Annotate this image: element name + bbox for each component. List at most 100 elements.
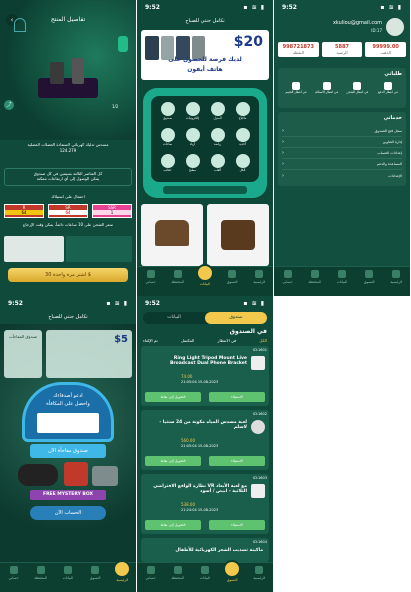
pager: 1/2 xyxy=(112,104,119,109)
side-card[interactable]: صندوق المفاجآت xyxy=(4,330,42,378)
segment-tab-active[interactable]: صندوق xyxy=(205,312,267,324)
category-item[interactable]: المنزل xyxy=(207,102,228,124)
section-title: في الصندوق xyxy=(229,328,267,335)
claim-button[interactable]: الاستيلاء xyxy=(209,520,265,530)
category-item[interactable]: مطبخ xyxy=(182,154,203,176)
category-item[interactable]: ماكياج xyxy=(232,102,253,124)
stat-card[interactable]: 99999.00 الذهب xyxy=(365,42,407,57)
filter-tab[interactable]: تم الإلغاء xyxy=(143,338,158,343)
preview-image xyxy=(66,236,132,262)
category-item[interactable]: ألعاب xyxy=(207,154,228,176)
user-icon xyxy=(9,566,18,574)
claim-button[interactable]: الاستيلاء xyxy=(209,392,265,402)
tab-wallet[interactable]: المحفظة xyxy=(165,566,191,580)
mini-banner[interactable]: $5 xyxy=(46,330,132,378)
item-card[interactable]: ID:1604 ماكينة تشذيب الشعر الكهربائية لل… xyxy=(141,538,269,562)
item-id: ID:1601 xyxy=(253,348,267,352)
cta-button[interactable]: الحساب الآن xyxy=(30,506,106,520)
tab-wallet[interactable]: المحفظة xyxy=(302,270,328,284)
item-card[interactable]: ID:1602 لعبة مسدس المياه مكونة من 24 سنت… xyxy=(141,410,269,470)
service-row[interactable]: › سجل فتح الصندوق xyxy=(282,126,402,137)
item-card[interactable]: ID:1603 نظارة الواقع الافتراضي VR مع لعب… xyxy=(141,474,269,534)
product-name: مسدس تدليك كهربائي لاستعادة العضلات العض… xyxy=(27,142,109,147)
tab-home[interactable]: الرئيسية xyxy=(383,270,409,284)
share-icon[interactable]: ⤴ xyxy=(4,100,14,110)
avatar[interactable] xyxy=(386,18,404,36)
tab-home[interactable]: الرئيسية xyxy=(109,562,135,582)
convert-button[interactable]: التحويل إلى نقاط xyxy=(145,456,201,466)
tab-wallet[interactable]: المحفظة xyxy=(28,566,54,580)
status-indicators: ▪ ≋ ▮ xyxy=(243,299,265,307)
service-row[interactable]: › الإعدادات xyxy=(282,170,402,181)
cart-icon xyxy=(225,562,240,576)
stats-row: 998721873 النقطة 5887 الرصيد 99999.00 الذهب xyxy=(278,42,407,57)
tab-data[interactable]: البيانات xyxy=(192,266,218,286)
box-icon xyxy=(197,266,212,280)
tab-data[interactable]: البيانات xyxy=(55,566,81,580)
tab-home[interactable]: الرئيسية xyxy=(246,566,272,580)
category-item[interactable]: رياضة xyxy=(207,128,228,150)
prize-arch: ادعو أصدقاءك واحصل على المكافأة xyxy=(22,382,114,442)
stat-card[interactable]: 5887 الرصيد xyxy=(321,42,363,57)
tab-account[interactable]: حسابي xyxy=(275,270,301,284)
category-item[interactable]: أحذية xyxy=(232,128,253,150)
item-name: ماكينة تشذيب الشعر الكهربائية للأطفال xyxy=(175,548,263,553)
banner-amount: $20 xyxy=(233,34,263,50)
services-card: خدماتي › سجل فتح الصندوق › إدارة العناوين … xyxy=(278,112,406,186)
service-row[interactable]: › إدارة العناوين xyxy=(282,137,402,148)
tab-bar: حسابي المحفظة البيانات التسوق الرئيسية xyxy=(0,562,136,592)
badge[interactable]: صندوق مفاجأة الآن xyxy=(30,444,106,458)
tab-account[interactable]: حسابي xyxy=(1,566,27,580)
tab-data[interactable]: البيانات xyxy=(192,566,218,580)
tab-shop[interactable]: التسوق xyxy=(356,270,382,284)
box-icon xyxy=(63,566,72,574)
item-price: 560.00 xyxy=(181,438,195,443)
filter-tab[interactable]: في الانتظار xyxy=(218,338,237,343)
tab-account[interactable]: حسابي xyxy=(138,270,164,284)
tab-bar: حسابي المحفظة البيانات التسوق الرئيسية xyxy=(137,562,273,592)
category-item[interactable]: إلكترونيات xyxy=(182,102,203,124)
product-card[interactable] xyxy=(207,204,269,266)
buy-button[interactable]: اشتر مرة واحدة 30 $ xyxy=(8,268,128,282)
category-item[interactable]: صندوق xyxy=(157,102,178,124)
tab-shop[interactable]: التسوق xyxy=(219,270,245,284)
service-row[interactable]: › المساعدة والدعم xyxy=(282,159,402,170)
convert-button[interactable]: التحويل إلى نقاط xyxy=(145,520,201,530)
banner-line-1: لديك فرصة للحصول على xyxy=(168,56,242,63)
prize-items xyxy=(37,413,99,433)
item-card[interactable]: ID:1601 Ring Light Tripod Mount Live Bro… xyxy=(141,346,269,406)
tab-account[interactable]: حسابي xyxy=(138,566,164,580)
tab-shop[interactable]: التسوق xyxy=(219,562,245,582)
bag-image xyxy=(221,220,255,250)
order-status-item[interactable]: في انتظار التقييم xyxy=(282,82,310,94)
category-item[interactable]: أزياء xyxy=(182,128,203,150)
category-item[interactable]: ساعات xyxy=(157,128,178,150)
segment-tab[interactable]: البيانات xyxy=(143,312,205,324)
claim-button[interactable]: الاستيلاء xyxy=(209,456,265,466)
order-status-item[interactable]: في انتظار الشحن xyxy=(343,82,371,94)
convert-button[interactable]: التحويل إلى نقاط xyxy=(145,392,201,402)
tab-wallet[interactable]: المحفظة xyxy=(165,270,191,284)
tab-shop[interactable]: التسوق xyxy=(82,566,108,580)
category-item[interactable]: الكل xyxy=(232,154,253,176)
status-time: 9:52 xyxy=(8,299,23,307)
service-row[interactable]: › إعدادات الحساب xyxy=(282,148,402,159)
tab-data[interactable]: البيانات xyxy=(329,270,355,284)
slogan-2: واحصل على المكافأة xyxy=(46,401,90,407)
status-time: 9:52 xyxy=(145,3,160,11)
home-icon xyxy=(255,566,264,574)
promo-banner[interactable]: $20 لديك فرصة للحصول على هاتف أيفون xyxy=(141,30,269,80)
product-card[interactable] xyxy=(141,204,203,266)
order-status-item[interactable]: في انتظار الدفع xyxy=(374,82,402,94)
tab-home[interactable]: الرئيسية xyxy=(246,270,272,284)
category-grid: صندوق إلكترونيات المنزل ماكياج ساعات أزي… xyxy=(151,96,259,182)
tab-bar: حسابي المحفظة البيانات التسوق الرئيسية xyxy=(137,266,273,296)
order-status-item[interactable]: في انتظار الاستلام xyxy=(313,82,341,94)
stat-card[interactable]: 998721873 النقطة xyxy=(278,42,319,57)
filter-tab[interactable]: المكتمل xyxy=(181,338,194,343)
status-indicators: ▪ ≋ ▮ xyxy=(243,3,265,11)
category-item[interactable]: حقائب xyxy=(157,154,178,176)
filter-tab[interactable]: الكل xyxy=(259,338,267,343)
page-title: تفاصيل المنتج xyxy=(50,16,86,23)
wallet-icon xyxy=(173,270,182,278)
